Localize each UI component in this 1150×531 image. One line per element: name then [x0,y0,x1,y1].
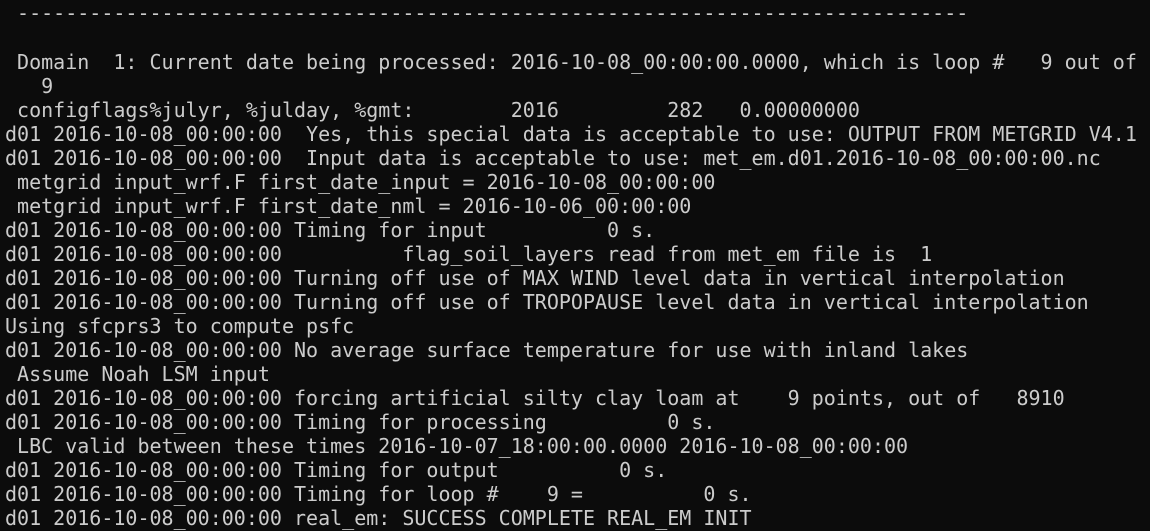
terminal-line: d01 2016-10-08_00:00:00 Timing for outpu… [5,458,668,482]
terminal-line: metgrid input_wrf.F first_date_input = 2… [5,170,716,194]
terminal-line: 9 [5,74,54,98]
terminal-line: d01 2016-10-08_00:00:00 Timing for loop … [5,482,752,506]
terminal-line: d01 2016-10-08_00:00:00 flag_soil_layers… [5,242,933,266]
terminal-line: d01 2016-10-08_00:00:00 No average surfa… [5,338,969,362]
terminal-line: Domain 1: Current date being processed: … [5,50,1137,74]
terminal-line: Using sfcprs3 to compute psfc [5,314,355,338]
terminal-line: LBC valid between these times 2016-10-07… [5,434,909,458]
terminal-line: d01 2016-10-08_00:00:00 forcing artifici… [5,386,1065,410]
terminal-window[interactable]: ----------------------------------------… [0,0,1150,531]
terminal-line: d01 2016-10-08_00:00:00 real_em: SUCCESS… [5,506,752,530]
terminal-line: d01 2016-10-08_00:00:00 Yes, this specia… [5,122,1137,146]
terminal-line: configflags%julyr, %julday, %gmt: 2016 2… [5,98,860,122]
terminal-line: d01 2016-10-08_00:00:00 Turning off use … [5,266,1065,290]
terminal-line: d01 2016-10-08_00:00:00 Timing for proce… [5,410,716,434]
terminal-line: d01 2016-10-08_00:00:00 Timing for input… [5,218,656,242]
terminal-line: d01 2016-10-08_00:00:00 Input data is ac… [5,146,1101,170]
terminal-line: ----------------------------------------… [5,1,969,25]
terminal-line: Assume Noah LSM input [5,362,270,386]
terminal-line: metgrid input_wrf.F first_date_nml = 201… [5,194,692,218]
terminal-line: d01 2016-10-08_00:00:00 Turning off use … [5,290,1089,314]
